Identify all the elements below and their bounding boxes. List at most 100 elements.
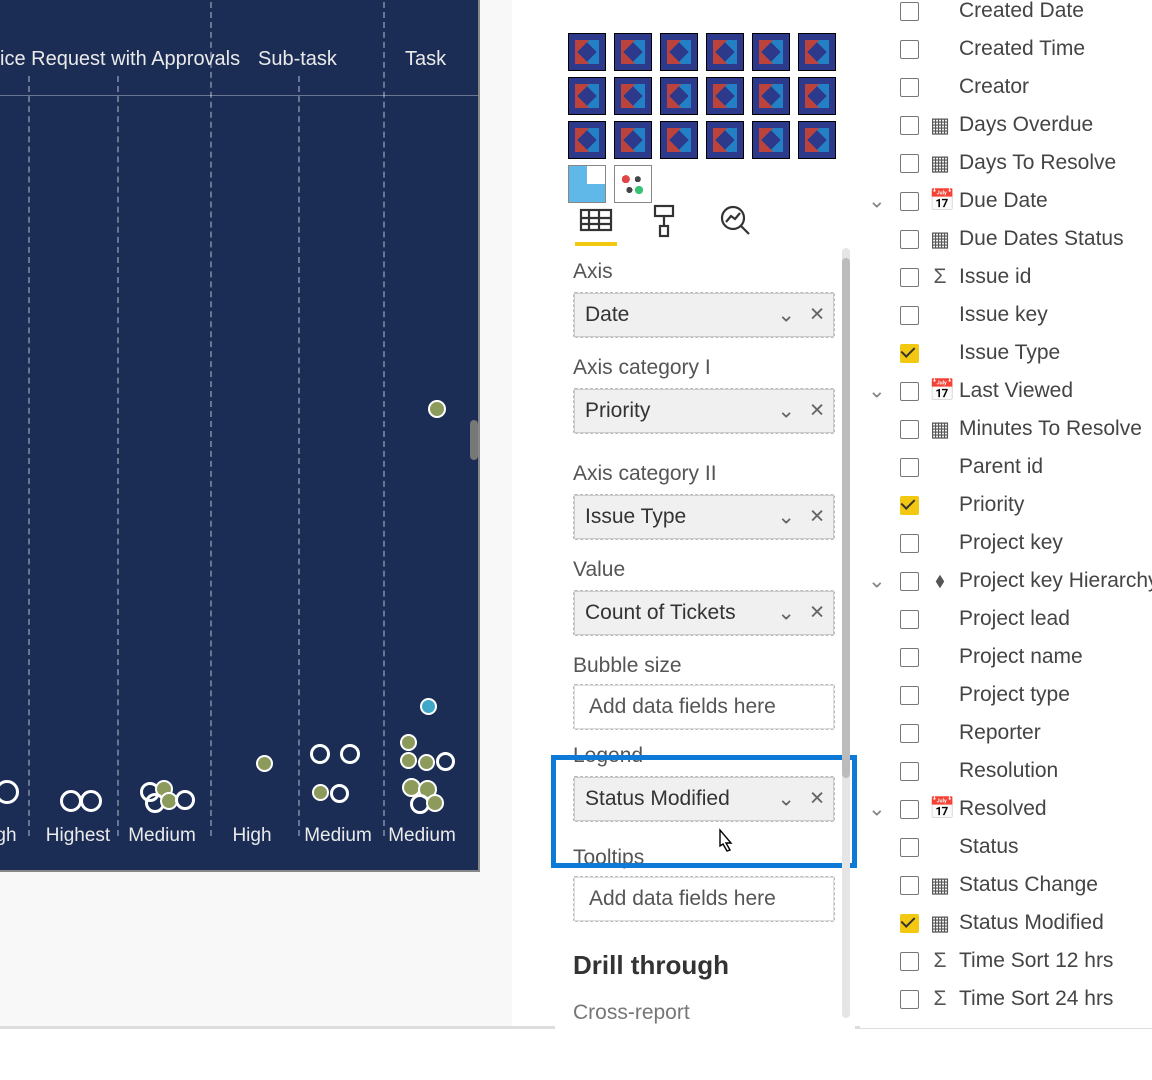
field-row[interactable]: Project key	[860, 524, 1152, 562]
chevron-down-icon[interactable]: ⌄	[777, 303, 795, 328]
remove-icon[interactable]: ✕	[809, 602, 825, 625]
tab-fields-icon[interactable]	[575, 200, 617, 246]
visual-type-icon[interactable]	[660, 33, 698, 71]
field-checkbox[interactable]	[900, 990, 919, 1009]
chevron-down-icon[interactable]: ⌄	[868, 797, 886, 822]
resize-handle[interactable]	[470, 420, 478, 460]
visual-type-icon[interactable]	[660, 121, 698, 159]
field-checkbox[interactable]	[900, 876, 919, 895]
field-checkbox[interactable]	[900, 648, 919, 667]
visual-type-icon[interactable]	[660, 77, 698, 115]
chart-visual[interactable]: ice Request with Approvals Sub-task Task…	[0, 0, 478, 870]
field-checkbox[interactable]	[900, 914, 919, 933]
field-row[interactable]: ΣTime Sort 24 hrs	[860, 980, 1152, 1018]
field-checkbox[interactable]	[900, 610, 919, 629]
field-row[interactable]: ΣIssue id	[860, 258, 1152, 296]
visual-type-icon[interactable]	[798, 33, 836, 71]
field-row[interactable]: Created Date	[860, 0, 1152, 30]
field-row[interactable]: ΣTime Sort 12 hrs	[860, 942, 1152, 980]
field-pill-axis[interactable]: Date ⌄ ✕	[574, 293, 834, 337]
field-row[interactable]: ▦Due Dates Status	[860, 220, 1152, 258]
field-row[interactable]: ▦Days Overdue	[860, 106, 1152, 144]
field-checkbox[interactable]	[900, 534, 919, 553]
visual-type-icon[interactable]	[568, 165, 606, 203]
field-pill-value[interactable]: Count of Tickets ⌄ ✕	[574, 591, 834, 635]
chevron-down-icon[interactable]: ⌄	[868, 189, 886, 214]
field-checkbox[interactable]	[900, 572, 919, 591]
visual-type-icon[interactable]	[798, 121, 836, 159]
field-checkbox[interactable]	[900, 344, 919, 363]
field-pill-cat2[interactable]: Issue Type ⌄ ✕	[574, 495, 834, 539]
field-row[interactable]: Status	[860, 828, 1152, 866]
field-row[interactable]: ⌄📅Resolved	[860, 790, 1152, 828]
field-row[interactable]: Priority	[860, 486, 1152, 524]
field-row[interactable]: ▦Status Modified	[860, 904, 1152, 942]
field-checkbox[interactable]	[900, 116, 919, 135]
remove-icon[interactable]: ✕	[809, 400, 825, 423]
field-row[interactable]: Issue key	[860, 296, 1152, 334]
chevron-down-icon[interactable]: ⌄	[777, 399, 795, 424]
field-row[interactable]: ▦Days To Resolve	[860, 144, 1152, 182]
field-checkbox[interactable]	[900, 762, 919, 781]
visual-type-icon[interactable]	[706, 77, 744, 115]
field-checkbox[interactable]	[900, 838, 919, 857]
field-pill-cat1[interactable]: Priority ⌄ ✕	[574, 389, 834, 433]
visual-type-icon[interactable]	[798, 77, 836, 115]
visual-type-icon[interactable]	[752, 33, 790, 71]
remove-icon[interactable]: ✕	[809, 788, 825, 811]
field-row[interactable]: ⌄⬧Project key Hierarchy	[860, 562, 1152, 600]
field-row[interactable]: Parent id	[860, 448, 1152, 486]
chevron-down-icon[interactable]: ⌄	[868, 569, 886, 594]
visual-type-icon[interactable]	[614, 33, 652, 71]
field-row[interactable]: Creator	[860, 68, 1152, 106]
field-checkbox[interactable]	[900, 724, 919, 743]
field-checkbox[interactable]	[900, 2, 919, 21]
visual-type-icon[interactable]	[568, 77, 606, 115]
field-checkbox[interactable]	[900, 800, 919, 819]
field-row[interactable]: Reporter	[860, 714, 1152, 752]
field-checkbox[interactable]	[900, 496, 919, 515]
chevron-down-icon[interactable]: ⌄	[868, 379, 886, 404]
field-checkbox[interactable]	[900, 420, 919, 439]
field-checkbox[interactable]	[900, 686, 919, 705]
visual-type-icon[interactable]	[614, 165, 652, 203]
chevron-down-icon[interactable]: ⌄	[777, 601, 795, 626]
field-row[interactable]: ⌄📅Last Viewed	[860, 372, 1152, 410]
field-row[interactable]: Project name	[860, 638, 1152, 676]
scrollbar-track[interactable]	[842, 248, 850, 1018]
field-row[interactable]: Created Time	[860, 30, 1152, 68]
field-checkbox[interactable]	[900, 78, 919, 97]
chevron-down-icon[interactable]: ⌄	[777, 505, 795, 530]
field-row[interactable]: Project type	[860, 676, 1152, 714]
visual-type-icon[interactable]	[706, 33, 744, 71]
field-row[interactable]: Project lead	[860, 600, 1152, 638]
visual-type-icon[interactable]	[568, 121, 606, 159]
visual-type-icon[interactable]	[706, 121, 744, 159]
drop-target-tooltips[interactable]: Add data fields here	[574, 877, 834, 921]
field-checkbox[interactable]	[900, 192, 919, 211]
field-checkbox[interactable]	[900, 382, 919, 401]
field-row[interactable]: ▦Status Change	[860, 866, 1152, 904]
field-checkbox[interactable]	[900, 154, 919, 173]
remove-icon[interactable]: ✕	[809, 304, 825, 327]
field-checkbox[interactable]	[900, 306, 919, 325]
scrollbar-thumb[interactable]	[842, 258, 850, 778]
visual-type-icon[interactable]	[614, 121, 652, 159]
tab-analytics-icon[interactable]	[715, 200, 757, 242]
field-row[interactable]: ▦Minutes To Resolve	[860, 410, 1152, 448]
field-row[interactable]: Issue Type	[860, 334, 1152, 372]
field-checkbox[interactable]	[900, 458, 919, 477]
field-row[interactable]: ⌄📅Due Date	[860, 182, 1152, 220]
visual-type-icon[interactable]	[752, 121, 790, 159]
field-row[interactable]: Resolution	[860, 752, 1152, 790]
visual-type-icon[interactable]	[614, 77, 652, 115]
visual-type-icon[interactable]	[568, 33, 606, 71]
field-checkbox[interactable]	[900, 230, 919, 249]
chevron-down-icon[interactable]: ⌄	[777, 787, 795, 812]
remove-icon[interactable]: ✕	[809, 506, 825, 529]
tab-format-icon[interactable]	[645, 200, 687, 242]
field-checkbox[interactable]	[900, 952, 919, 971]
report-canvas[interactable]: ice Request with Approvals Sub-task Task…	[0, 0, 512, 1028]
visual-type-icon[interactable]	[752, 77, 790, 115]
field-pill-legend[interactable]: Status Modified ⌄ ✕	[574, 777, 834, 821]
